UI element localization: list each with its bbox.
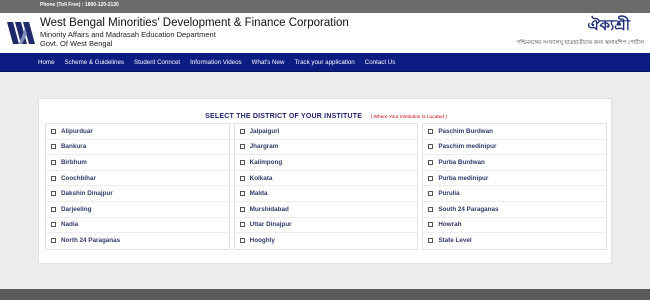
checkbox[interactable] (51, 175, 56, 181)
checkbox[interactable] (51, 128, 56, 134)
district-option[interactable]: Jalpaiguri (234, 124, 418, 140)
district-label: Purba medinipur (438, 174, 489, 182)
district-label: Alipurduar (61, 127, 93, 135)
checkbox[interactable] (51, 144, 56, 150)
checkbox[interactable] (239, 175, 245, 181)
corporation-logo-icon[interactable] (6, 20, 36, 46)
panel-title: SELECT THE DISTRICT OF YOUR INSTITUTE (205, 113, 363, 120)
district-column-2: Jalpaiguri Jhargram Kalimpong Kolkata Ma… (233, 123, 419, 250)
district-option[interactable]: Howrah (423, 218, 606, 234)
district-label: Nadia (61, 221, 79, 229)
district-option[interactable]: Paschim Burdwan (423, 124, 606, 140)
checkbox[interactable] (428, 159, 434, 165)
checkbox[interactable] (51, 238, 56, 244)
checkbox[interactable] (239, 238, 245, 244)
checkbox[interactable] (239, 159, 245, 165)
district-option[interactable]: North 24 Paraganas (46, 233, 229, 249)
checkbox[interactable] (239, 144, 245, 150)
district-label: Purulia (438, 190, 460, 198)
district-option[interactable]: Coochbihar (46, 171, 229, 187)
checkbox[interactable] (428, 144, 434, 150)
nav-student-connect[interactable]: Student Conncet (134, 59, 180, 66)
district-option[interactable]: Purba Burdwan (423, 155, 606, 171)
district-label: Uttar Dinajpur (249, 221, 292, 229)
district-label: Paschim medinipur (438, 143, 497, 151)
district-option[interactable]: Alipurduar (46, 124, 229, 140)
district-option[interactable]: Dakshin Dinajpur (46, 186, 229, 202)
district-label: Kolkata (249, 174, 273, 182)
district-label: Hooghly (249, 237, 275, 245)
district-label: Coochbihar (61, 174, 96, 182)
district-label: Bankura (61, 143, 87, 151)
district-label: Paschim Burdwan (438, 127, 493, 135)
nav-scheme-guidelines[interactable]: Scheme & Guidelines (65, 59, 125, 66)
district-grid: Alipurduar Bankura Birbhum Coochbihar Da… (45, 123, 607, 250)
district-label: Jalpaiguri (249, 127, 280, 135)
panel-heading: SELECT THE DISTRICT OF YOUR INSTITUTE ( … (39, 105, 613, 123)
district-option[interactable]: Nadia (46, 218, 229, 234)
toll-free-phone: Phone (Toll Free) : 1800-120-2130 (40, 2, 119, 8)
district-label: Malda (249, 190, 268, 198)
checkbox[interactable] (239, 222, 245, 228)
district-option[interactable]: Malda (234, 186, 418, 202)
district-label: Murshidabad (249, 205, 289, 213)
district-label: State Level (438, 237, 472, 245)
district-option[interactable]: Paschim medinipur (423, 140, 606, 156)
checkbox[interactable] (428, 175, 434, 181)
checkbox[interactable] (428, 222, 434, 228)
nav-track-application[interactable]: Track your application (294, 59, 354, 66)
department-name: Minority Affairs and Madrasah Education … (40, 30, 216, 39)
district-label: Darjeeling (61, 205, 92, 213)
district-label: Kalimpong (249, 158, 283, 166)
district-option[interactable]: Purba medinipur (423, 171, 606, 187)
district-option[interactable]: Hooghly (235, 233, 418, 249)
nav-contact-us[interactable]: Contact Us (365, 59, 396, 66)
district-option[interactable]: Uttar Dinajpur (234, 218, 418, 234)
checkbox[interactable] (428, 128, 434, 134)
nav-whats-new[interactable]: What's New (252, 59, 285, 66)
organization-name: West Bengal Minorities' Development & Fi… (40, 17, 349, 29)
page-footer (0, 289, 650, 300)
district-option[interactable]: Purulia (423, 186, 606, 202)
district-option[interactable]: Darjeeling (46, 202, 229, 218)
district-option[interactable]: Birbhum (46, 155, 229, 171)
district-option[interactable]: Murshidabad (234, 202, 418, 218)
checkbox[interactable] (428, 206, 434, 212)
checkbox[interactable] (428, 191, 434, 197)
checkbox[interactable] (239, 206, 245, 212)
aikyashree-brand-logo[interactable]: ঐক্যশ্রী (587, 14, 630, 39)
district-column-3: Paschim Burdwan Paschim medinipur Purba … (422, 123, 607, 250)
checkbox[interactable] (51, 222, 56, 228)
district-label: Jhargram (249, 143, 279, 151)
district-option[interactable]: Kolkata (234, 171, 418, 187)
district-option[interactable]: Jhargram (234, 140, 418, 156)
nav-information-videos[interactable]: Information Videos (190, 59, 241, 66)
district-selection-panel: SELECT THE DISTRICT OF YOUR INSTITUTE ( … (38, 98, 612, 264)
district-label: Birbhum (61, 158, 87, 166)
nav-home[interactable]: Home (38, 59, 55, 66)
checkbox[interactable] (51, 159, 56, 165)
district-option[interactable]: South 24 Paraganas (423, 202, 606, 218)
district-column-1: Alipurduar Bankura Birbhum Coochbihar Da… (45, 123, 230, 250)
district-label: South 24 Paraganas (438, 205, 499, 213)
district-option[interactable]: Kalimpong (234, 155, 418, 171)
district-label: North 24 Paraganas (61, 237, 121, 245)
brand-tagline: পশ্চিমবঙ্গের সংখ্যালঘু ছাত্রছাত্রীদের জন… (516, 40, 644, 46)
main-navigation: Home Scheme & Guidelines Student Conncet… (0, 53, 650, 72)
panel-hint: ( Where Your Institution Is Located ) (370, 115, 447, 120)
district-label: Howrah (438, 221, 462, 229)
checkbox[interactable] (239, 128, 245, 134)
checkbox[interactable] (51, 206, 56, 212)
district-label: Dakshin Dinajpur (61, 190, 113, 198)
top-contact-bar: Phone (Toll Free) : 1800-120-2130 (0, 0, 650, 13)
government-name: Govt. Of West Bengal (40, 39, 113, 48)
checkbox[interactable] (428, 238, 434, 244)
checkbox[interactable] (51, 191, 56, 197)
checkbox[interactable] (239, 191, 245, 197)
district-option[interactable]: State Level (423, 233, 606, 249)
district-label: Purba Burdwan (438, 158, 485, 166)
district-option[interactable]: Bankura (46, 140, 229, 156)
